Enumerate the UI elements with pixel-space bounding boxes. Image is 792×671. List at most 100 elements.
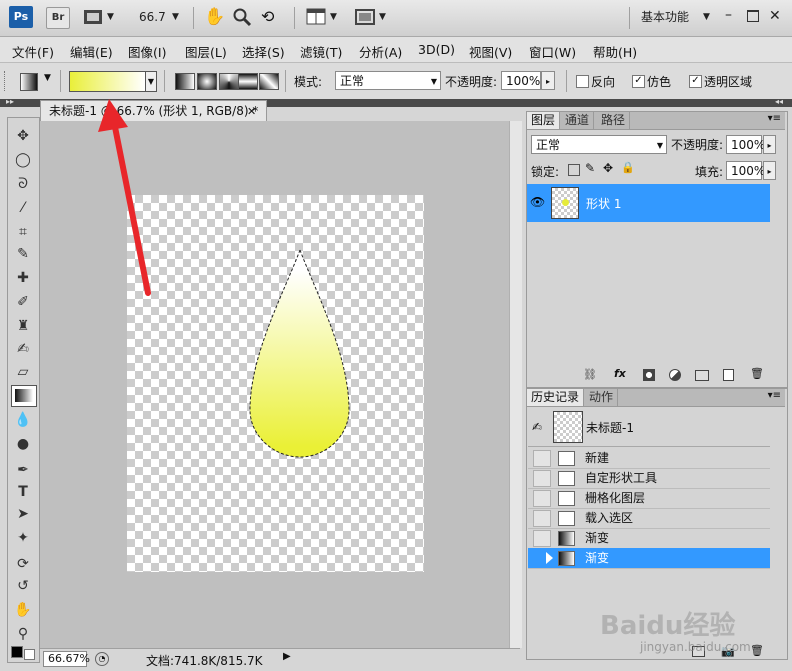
fx-icon[interactable]: fx [614, 367, 626, 380]
dodge-tool-icon[interactable]: ● [11, 434, 35, 454]
foreground-color-swatch[interactable] [11, 646, 23, 658]
healing-brush-icon[interactable]: ✚ [11, 268, 35, 288]
eraser-tool-icon[interactable]: ▱ [11, 362, 35, 382]
chevron-down-icon[interactable]: ▼ [172, 6, 179, 28]
collapse-icon[interactable]: ◂◂ [775, 97, 783, 106]
fill-input[interactable]: 100% [726, 161, 765, 180]
gradient-picker-dropdown[interactable]: ▼ [145, 71, 157, 92]
chevron-down-icon[interactable]: ▼ [44, 73, 51, 83]
history-source-box[interactable] [533, 510, 551, 527]
history-source-box[interactable] [533, 490, 551, 507]
layer-opacity-slider-button[interactable]: ▸ [763, 135, 776, 154]
chevron-down-icon[interactable]: ▼ [330, 6, 337, 28]
chevron-down-icon[interactable]: ▼ [379, 6, 386, 28]
lasso-tool-icon[interactable]: ᘐ [11, 174, 35, 194]
menu-filter[interactable]: 滤镜(T) [300, 42, 342, 61]
menu-edit[interactable]: 编辑(E) [70, 42, 113, 61]
history-brush-icon[interactable]: ✍ [11, 339, 35, 359]
minimize-icon[interactable]: – [725, 4, 732, 26]
opacity-input[interactable]: 100% [501, 71, 541, 90]
hand-tool-icon[interactable]: ✋ [11, 600, 35, 620]
blend-mode-select[interactable]: 正常 ▼ [531, 135, 667, 154]
blur-tool-icon[interactable]: 💧 [11, 410, 35, 430]
gradient-tool-icon[interactable] [11, 385, 37, 407]
maximize-icon[interactable] [747, 10, 759, 22]
transparency-checkbox[interactable]: ✓ [689, 75, 702, 88]
film-strip-icon[interactable] [83, 8, 103, 26]
vertical-scrollbar[interactable] [509, 121, 522, 648]
clone-stamp-icon[interactable]: ♜ [11, 316, 35, 336]
lock-pixels-icon[interactable]: ✎ [585, 161, 595, 175]
eye-visibility-icon[interactable]: 👁 [530, 195, 545, 209]
tab-actions[interactable]: 动作 [585, 389, 619, 406]
history-source-box[interactable] [533, 470, 551, 487]
history-snapshot-row[interactable]: ✍ 未标题-1 [528, 408, 770, 447]
history-item-selected[interactable]: 渐变 [528, 548, 770, 569]
menu-view[interactable]: 视图(V) [469, 42, 512, 61]
opacity-slider-button[interactable]: ▸ [541, 71, 555, 90]
brush-tool-icon[interactable]: ✐ [11, 292, 35, 312]
history-brush-source-icon[interactable]: ✍ [532, 420, 542, 434]
panel-menu-icon[interactable]: ▾≡ [768, 390, 781, 401]
menu-select[interactable]: 选择(S) [242, 42, 285, 61]
fill-slider-button[interactable]: ▸ [763, 161, 776, 180]
zoom-tool-icon[interactable]: ⚲ [11, 624, 35, 644]
layer-opacity-input[interactable]: 100% [726, 135, 765, 154]
type-tool-icon[interactable]: T [11, 482, 35, 502]
dither-checkbox[interactable]: ✓ [632, 75, 645, 88]
custom-shape-icon[interactable]: ✦ [11, 528, 35, 548]
chevron-down-icon[interactable]: ▼ [107, 6, 114, 28]
menu-window[interactable]: 窗口(W) [529, 42, 576, 61]
adjustment-layer-icon[interactable] [669, 369, 681, 381]
linear-gradient-icon[interactable] [175, 73, 195, 90]
hand-tool-icon[interactable]: ✋ [204, 7, 225, 27]
layer-name[interactable]: 形状 1 [586, 195, 621, 212]
reflected-gradient-icon[interactable] [238, 73, 258, 90]
eyedropper-icon[interactable]: ✎ [11, 244, 35, 264]
chevron-down-icon[interactable]: ▼ [703, 6, 710, 28]
menu-layer[interactable]: 图层(L) [185, 42, 227, 61]
menu-3d[interactable]: 3D(D) [418, 42, 455, 57]
history-item[interactable]: 栅格化图层 [528, 488, 770, 509]
zoom-tool-icon[interactable] [232, 7, 252, 27]
mode-select[interactable]: 正常 ▼ [335, 71, 441, 90]
history-item[interactable]: 新建 [528, 448, 770, 469]
collapse-icon[interactable]: ▸▸ [6, 97, 14, 106]
menu-analysis[interactable]: 分析(A) [359, 42, 402, 61]
tab-history[interactable]: 历史记录 [527, 389, 585, 406]
tab-channels[interactable]: 通道 [561, 112, 595, 129]
rotate-view-icon[interactable]: ⟲ [261, 7, 281, 27]
zoom-status-field[interactable]: 66.67% [43, 651, 90, 667]
lock-transparency-icon[interactable] [568, 164, 580, 176]
new-layer-icon[interactable] [723, 369, 734, 381]
reverse-checkbox[interactable] [576, 75, 589, 88]
menu-help[interactable]: 帮助(H) [593, 42, 637, 61]
lock-all-icon[interactable]: 🔒 [621, 161, 635, 174]
tab-paths[interactable]: 路径 [597, 112, 631, 129]
document-tab[interactable]: 未标题-1 @ 66.7% (形状 1, RGB/8) * ✕ [40, 100, 267, 122]
trash-icon[interactable]: 🗑 [750, 367, 764, 380]
document-canvas[interactable] [127, 195, 424, 572]
elliptical-marquee-icon[interactable]: ◯ [11, 150, 35, 170]
status-menu-arrow-icon[interactable]: ▶ [283, 651, 291, 662]
add-mask-icon[interactable] [643, 369, 655, 381]
3d-orbit-icon[interactable]: ↺ [11, 576, 35, 596]
menu-image[interactable]: 图像(I) [128, 42, 166, 61]
diamond-gradient-icon[interactable] [259, 73, 279, 90]
move-tool-icon[interactable]: ✥ [11, 126, 35, 146]
bridge-button[interactable]: Br [46, 7, 70, 29]
gradient-picker-swatch[interactable] [69, 71, 146, 92]
history-item[interactable]: 载入选区 [528, 508, 770, 529]
3d-rotate-icon[interactable]: ⟳ [11, 554, 35, 574]
panel-menu-icon[interactable]: ▾≡ [768, 113, 781, 124]
history-source-box[interactable] [533, 530, 551, 547]
crop-tool-icon[interactable]: ⌗ [11, 222, 35, 242]
history-item[interactable]: 渐变 [528, 528, 770, 549]
background-color-swatch[interactable] [24, 649, 35, 660]
close-icon[interactable]: ✕ [247, 101, 256, 122]
screen-mode-icon[interactable] [355, 8, 375, 26]
layer-row[interactable]: 👁 形状 1 [527, 184, 770, 222]
close-icon[interactable]: ✕ [769, 5, 781, 27]
radial-gradient-icon[interactable] [197, 73, 217, 90]
new-group-icon[interactable] [695, 370, 709, 381]
